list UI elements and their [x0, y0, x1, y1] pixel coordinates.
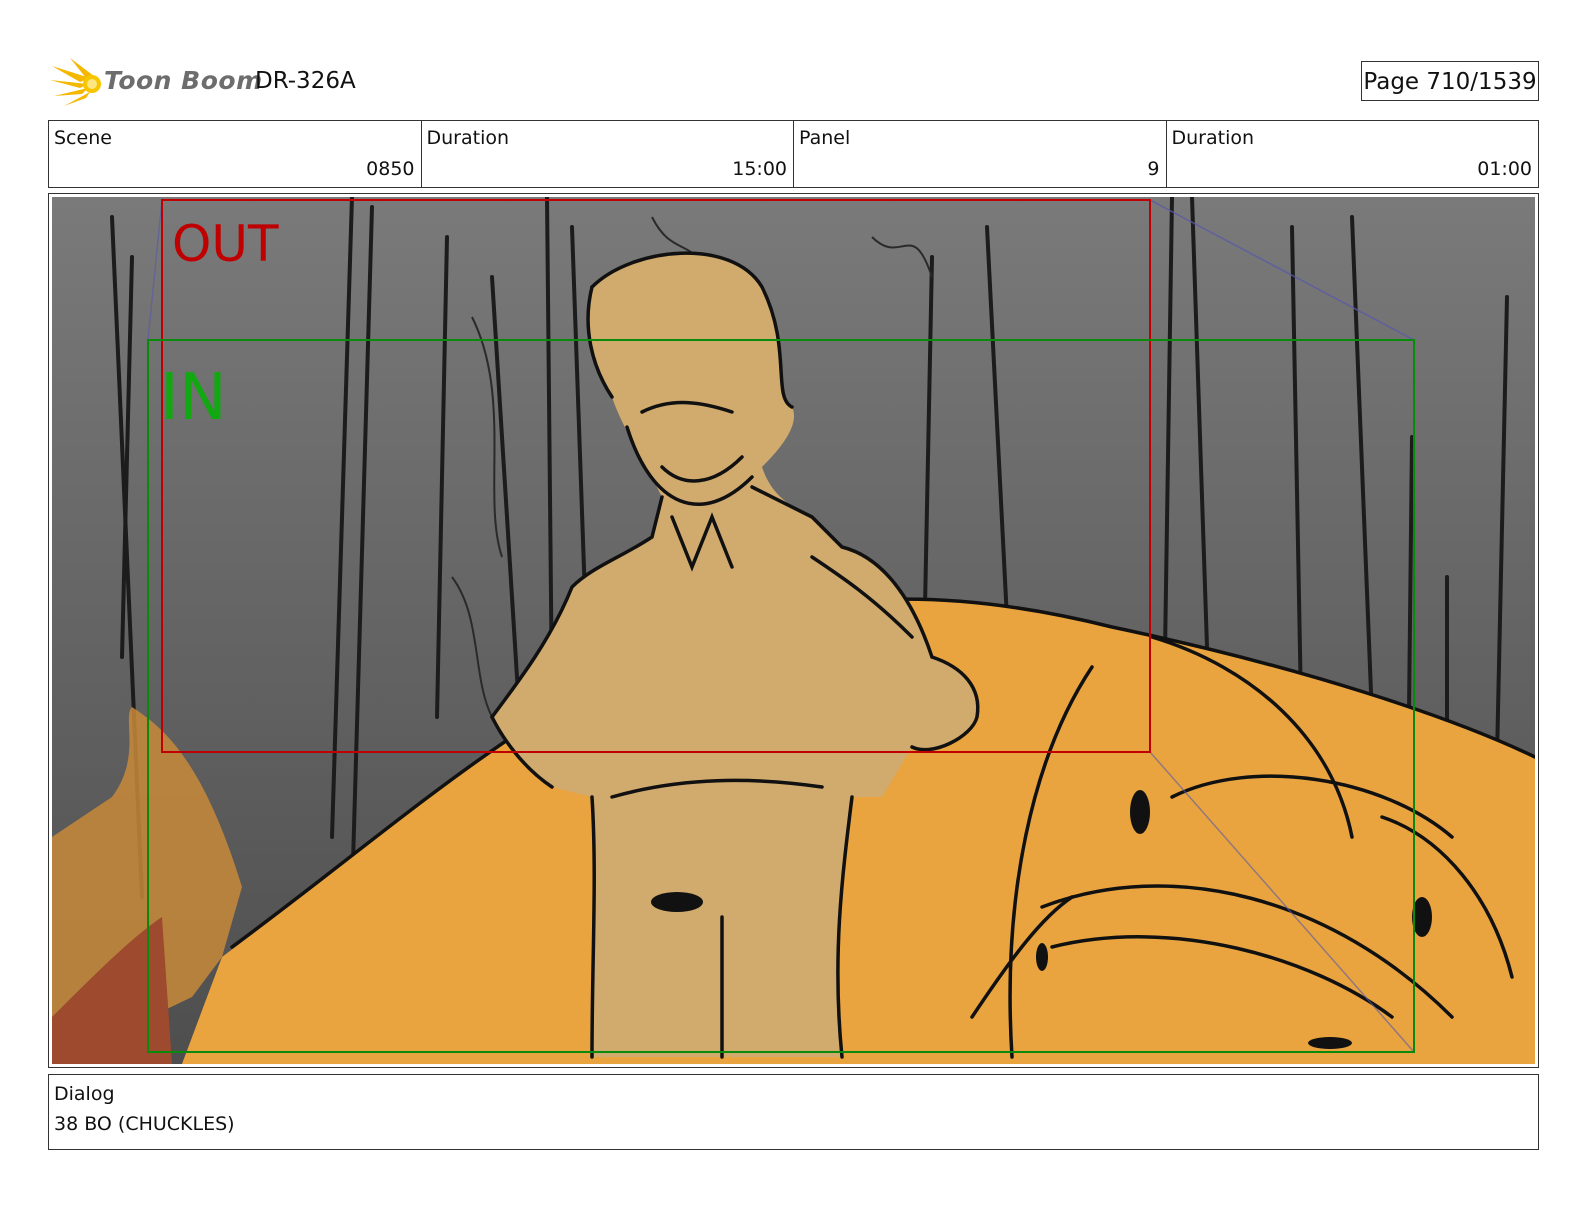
info-table: Scene 0850 Duration 15:00 Panel 9 Durati…: [48, 120, 1539, 188]
panel-cell: Panel 9: [794, 121, 1167, 187]
panel-value: 9: [1147, 158, 1160, 180]
scene-value: 0850: [366, 158, 415, 180]
scene-duration-value: 15:00: [732, 158, 787, 180]
scene-cell: Scene 0850: [49, 121, 422, 187]
panel-duration-value: 01:00: [1477, 158, 1532, 180]
page-number: 710/1539: [1426, 69, 1537, 95]
storyboard-panel-image: OUT IN: [52, 197, 1535, 1064]
scene-label: Scene: [54, 127, 112, 149]
in-frame-label: IN: [160, 361, 227, 435]
out-frame-label: OUT: [172, 215, 279, 273]
brand-name: Toon Boom: [104, 66, 263, 95]
panel-duration-cell: Duration 01:00: [1167, 121, 1539, 187]
scene-duration-label: Duration: [426, 127, 510, 149]
panel-label: Panel: [799, 127, 851, 149]
page-indicator: Page 710/1539: [1361, 61, 1539, 101]
dialog-label: Dialog: [54, 1083, 115, 1105]
panel-duration-label: Duration: [1171, 127, 1255, 149]
document-code: DR-326A: [255, 68, 356, 94]
dialog-text: 38 BO (CHUCKLES): [54, 1113, 235, 1135]
dialog-box: Dialog 38 BO (CHUCKLES): [48, 1074, 1539, 1150]
page-label: Page: [1363, 69, 1420, 95]
scene-duration-cell: Duration 15:00: [422, 121, 794, 187]
